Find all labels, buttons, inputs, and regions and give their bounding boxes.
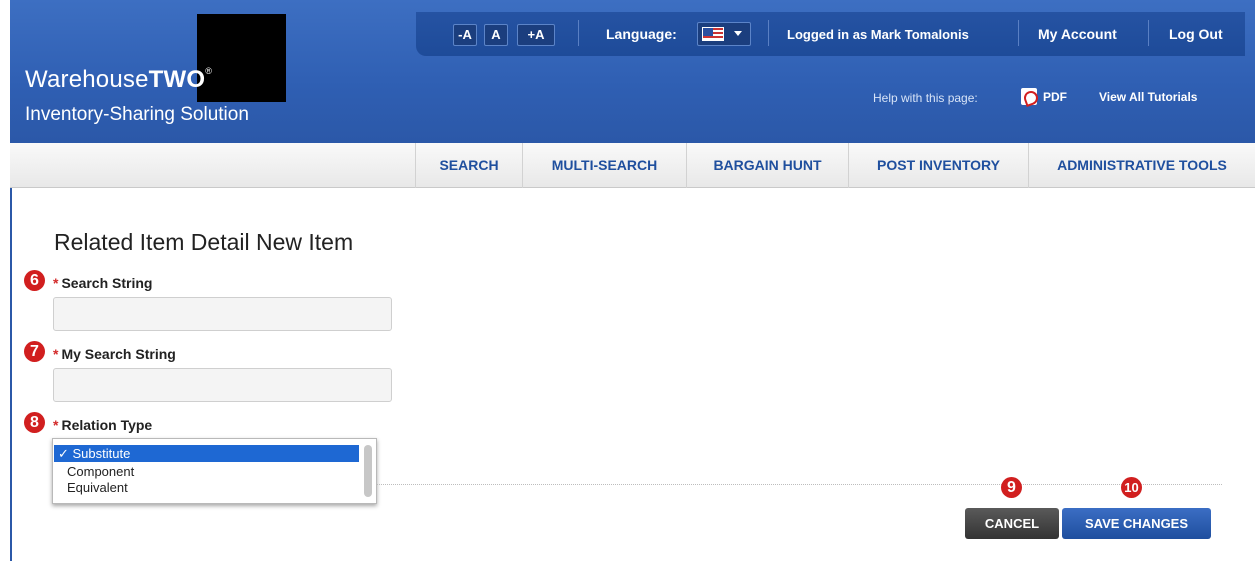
cancel-button[interactable]: CANCEL xyxy=(965,508,1059,539)
chevron-down-icon xyxy=(734,31,742,36)
top-separator xyxy=(578,20,579,46)
pdf-icon[interactable] xyxy=(1021,88,1037,105)
my-search-string-input[interactable] xyxy=(53,368,392,402)
required-marker: * xyxy=(53,275,59,291)
top-separator xyxy=(1148,20,1149,46)
brand-logo[interactable]: WarehouseTWO® xyxy=(25,66,212,94)
relation-type-listbox[interactable]: ✓ Substitute Component Equivalent xyxy=(52,438,377,504)
my-account-link[interactable]: My Account xyxy=(1038,26,1117,42)
font-decrease-button[interactable]: -A xyxy=(453,24,477,46)
brand-light: Warehouse xyxy=(25,66,149,93)
save-changes-button[interactable]: SAVE CHANGES xyxy=(1062,508,1211,539)
required-marker: * xyxy=(53,346,59,362)
search-string-label: * Search String xyxy=(53,275,152,291)
language-selector[interactable] xyxy=(697,22,751,46)
my-search-string-label-text: My Search String xyxy=(61,346,176,362)
help-label: Help with this page: xyxy=(873,91,978,105)
font-reset-button[interactable]: A xyxy=(484,24,508,46)
callout-badge: 10 xyxy=(1121,477,1142,498)
top-separator xyxy=(1018,20,1019,46)
content-left-border xyxy=(10,188,12,561)
brand-tagline: Inventory-Sharing Solution xyxy=(25,104,249,125)
my-search-string-label: * My Search String xyxy=(53,346,176,362)
brand-bold: TWO xyxy=(148,66,206,93)
search-string-label-text: Search String xyxy=(61,275,153,291)
user-name: Mark Tomalonis xyxy=(870,27,969,42)
callout-badge: 7 xyxy=(24,341,45,362)
nav-multi-search[interactable]: MULTI-SEARCH xyxy=(522,143,686,188)
option-component[interactable]: Component xyxy=(54,463,359,480)
option-equivalent[interactable]: Equivalent xyxy=(54,479,359,496)
page-title: Related Item Detail New Item xyxy=(54,229,354,255)
top-separator xyxy=(768,20,769,46)
relation-type-label-text: Relation Type xyxy=(61,417,153,433)
callout-badge: 8 xyxy=(24,412,45,433)
nav-search[interactable]: SEARCH xyxy=(415,143,522,188)
font-increase-button[interactable]: +A xyxy=(517,24,555,46)
required-marker: * xyxy=(53,417,59,433)
search-string-input[interactable] xyxy=(53,297,392,331)
divider xyxy=(377,484,1222,485)
nav-administrative-tools[interactable]: ADMINISTRATIVE TOOLS xyxy=(1028,143,1255,188)
brand-mark: ® xyxy=(205,66,213,76)
pdf-link[interactable]: PDF xyxy=(1043,90,1067,104)
callout-badge: 9 xyxy=(1001,477,1022,498)
language-label: Language: xyxy=(606,26,677,42)
listbox-scrollbar[interactable] xyxy=(364,445,372,497)
nav-bargain-hunt[interactable]: BARGAIN HUNT xyxy=(686,143,848,188)
relation-type-label: * Relation Type xyxy=(53,417,152,433)
callout-badge: 6 xyxy=(24,270,45,291)
nav-post-inventory[interactable]: POST INVENTORY xyxy=(848,143,1028,188)
log-out-link[interactable]: Log Out xyxy=(1169,26,1223,42)
us-flag-icon xyxy=(702,27,724,41)
logged-in-prefix: Logged in as xyxy=(787,27,868,42)
view-all-tutorials-link[interactable]: View All Tutorials xyxy=(1099,90,1197,104)
logged-in-text: Logged in as Mark Tomalonis xyxy=(787,27,969,42)
option-substitute[interactable]: ✓ Substitute xyxy=(54,445,359,462)
